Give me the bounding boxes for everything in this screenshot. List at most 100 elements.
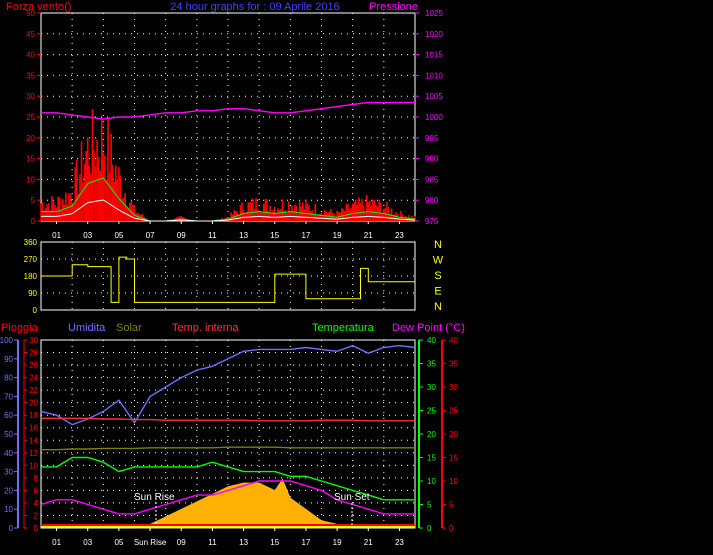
umidita-tick-label: 12: [29, 449, 38, 458]
umidita-tick-label: 4: [34, 499, 39, 508]
umidita-tick-label: 8: [34, 474, 39, 483]
top-x-tick-label: 13: [239, 231, 248, 240]
top-left-tick-label: 35: [26, 71, 35, 80]
top-right-tick-label: 1020: [425, 30, 443, 39]
top-x-tick-label: 23: [395, 231, 404, 240]
pioggia-tick-label: 10: [4, 505, 13, 514]
temperatura-tick-label: 0: [427, 524, 432, 533]
dew-point-label: Dew Point (°C): [392, 322, 465, 334]
temperatura-tick-label: 30: [427, 383, 436, 392]
compass-letter: N: [434, 239, 442, 251]
sun-set-label: Sun Set: [334, 492, 370, 503]
umidita-tick-label: 14: [29, 436, 38, 445]
bottom-x-tick-label: 09: [177, 538, 186, 547]
top-left-tick-label: 30: [26, 92, 35, 101]
bottom-x-tick-label: 01: [52, 538, 61, 547]
weather-chart: Forza vento() 24 hour graphs for : 09 Ap…: [0, 1, 465, 547]
umidita-tick-label: 16: [29, 424, 38, 433]
temperatura-tick-label: 5: [427, 501, 432, 510]
top-right-tick-label: 985: [425, 175, 439, 184]
top-x-tick-label: 19: [333, 231, 342, 240]
top-right-tick-label: 975: [425, 217, 439, 226]
mid-left-tick-label: 360: [24, 238, 38, 247]
umidita-tick-label: 24: [29, 374, 38, 383]
temperatura-label: Temperatura: [312, 322, 375, 334]
top-x-tick-label: 05: [114, 231, 123, 240]
top-left-tick-label: 50: [26, 9, 35, 18]
temperatura-tick-label: 20: [427, 430, 436, 439]
mid-left-tick-label: 90: [28, 289, 37, 298]
dew-tick-label: 35: [449, 360, 458, 369]
dew-tick-label: 10: [449, 477, 458, 486]
top-left-tick-label: 0: [31, 217, 36, 226]
bottom-x-tick-label: 21: [364, 538, 373, 547]
top-x-tick-label: 17: [301, 231, 310, 240]
top-x-tick-label: 09: [177, 231, 186, 240]
bottom-x-tick-label: 19: [333, 538, 342, 547]
pioggia-tick-label: 100: [0, 336, 14, 345]
top-x-tick-label: 21: [364, 231, 373, 240]
compass-letter: E: [434, 286, 441, 298]
pioggia-label: Pioggia: [1, 322, 39, 334]
bottom-x-tick-label: 23: [395, 538, 404, 547]
umidita-tick-label: 6: [34, 486, 39, 495]
pioggia-tick-label: 80: [4, 374, 13, 383]
mid-left-tick-label: 180: [24, 272, 38, 281]
temperatura-tick-label: 15: [427, 454, 436, 463]
pioggia-tick-label: 30: [4, 468, 13, 477]
rain-total-bar: [41, 526, 415, 528]
dew-tick-label: 25: [449, 407, 458, 416]
top-right-tick-label: 1010: [425, 71, 443, 80]
pioggia-tick-label: 40: [4, 449, 13, 458]
top-left-tick-label: 25: [26, 113, 35, 122]
top-left-tick-label: 45: [26, 30, 35, 39]
sun-rise-label: Sun Rise: [134, 492, 175, 503]
solar-label: Solar: [116, 322, 142, 334]
top-left-tick-label: 15: [26, 155, 35, 164]
top-x-tick-label: 15: [270, 231, 279, 240]
pioggia-tick-label: 60: [4, 411, 13, 420]
top-x-tick-label: 03: [83, 231, 92, 240]
bottom-x-axis: 01 03 05 Sun Rise 09 11 13 15 17 19 21 23: [52, 528, 404, 547]
pioggia-tick-label: 90: [4, 355, 13, 364]
umidita-tick-label: 10: [29, 461, 38, 470]
top-right-tick-label: 1005: [425, 92, 443, 101]
top-right-tick-label: 1025: [425, 9, 443, 18]
top-x-tick-label: 07: [146, 231, 155, 240]
umidita-tick-label: 0: [34, 524, 39, 533]
top-x-tick-label: 11: [208, 231, 217, 240]
top-x-axis: 01 03 05 07 09 11 13 15 17 19 21 23: [52, 221, 404, 240]
temperatura-tick-label: 25: [427, 407, 436, 416]
chart-title: 24 hour graphs for : 09 Aprile 2016: [170, 1, 339, 13]
mid-left-tick-label: 0: [33, 306, 38, 315]
temperatura-tick-label: 40: [427, 336, 436, 345]
dew-tick-label: 20: [449, 430, 458, 439]
top-left-tick-label: 10: [26, 175, 35, 184]
dew-tick-label: 30: [449, 383, 458, 392]
top-left-label: Forza vento(): [6, 1, 71, 13]
top-right-tick-label: 995: [425, 134, 439, 143]
compass-letter: N: [434, 301, 442, 313]
pioggia-tick-label: 0: [9, 524, 14, 533]
bottom-x-tick-label: Sun Rise: [134, 538, 167, 547]
mid-left-tick-label: 270: [24, 255, 38, 264]
mid-left-axis: 0 90 180 270 360: [24, 238, 38, 315]
top-left-tick-label: 20: [26, 134, 35, 143]
pioggia-tick-label: 50: [4, 430, 13, 439]
temp-interna-label: Temp. interna: [172, 322, 240, 334]
dew-tick-label: 15: [449, 454, 458, 463]
top-x-tick-label: 01: [52, 231, 61, 240]
top-right-tick-label: 980: [425, 196, 439, 205]
bottom-x-tick-label: 11: [208, 538, 217, 547]
temperatura-tick-label: 10: [427, 477, 436, 486]
bottom-x-tick-label: 17: [301, 538, 310, 547]
bottom-x-tick-label: 03: [83, 538, 92, 547]
bottom-x-tick-label: 05: [114, 538, 123, 547]
compass-letter: W: [433, 255, 444, 267]
top-right-tick-label: 1000: [425, 113, 443, 122]
bottom-x-tick-label: 15: [270, 538, 279, 547]
bottom-x-tick-label: 13: [239, 538, 248, 547]
umidita-tick-label: 18: [29, 411, 38, 420]
top-right-label: Pressione: [369, 1, 418, 13]
top-right-tick-label: 990: [425, 155, 439, 164]
